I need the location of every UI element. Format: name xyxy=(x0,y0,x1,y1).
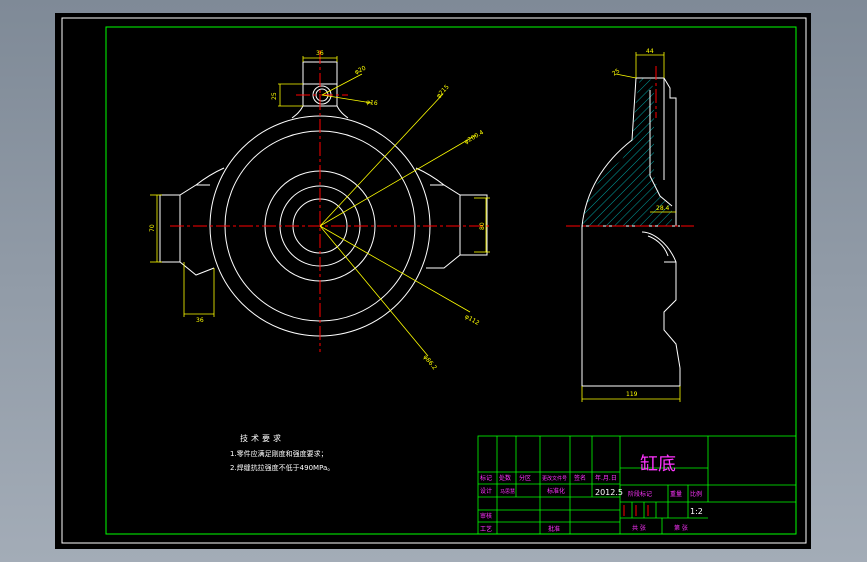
tb-designer: 马思慧 xyxy=(500,488,515,495)
drawing-title: 缸底 xyxy=(640,453,676,475)
dim-right-height: 80 xyxy=(479,222,486,230)
dim-side-top: 44 xyxy=(646,48,654,55)
tb-sheets: 共 张 xyxy=(632,524,646,532)
drawing-canvas[interactable] xyxy=(55,13,811,549)
tb-stage-label: 阶段标记 xyxy=(628,490,652,498)
notes-heading: 技术要求 xyxy=(240,433,284,443)
tb-scale: 1:2 xyxy=(690,507,703,516)
tb-zone: 分区 xyxy=(519,474,531,482)
tb-sign: 签名 xyxy=(574,474,586,482)
note-line-1: 1.零件应满足刚度和强度要求； xyxy=(230,449,328,458)
tb-scale-label: 比例 xyxy=(690,490,702,498)
dim-side-total: 119 xyxy=(626,391,638,398)
note-line-2: 2.焊缝抗拉强度不低于490MPa。 xyxy=(230,463,334,472)
tb-date-label: 年.月.日 xyxy=(595,474,617,482)
tb-craft-label: 工艺 xyxy=(480,525,492,533)
tb-approve-label: 批准 xyxy=(548,525,560,533)
tb-check-label: 审核 xyxy=(480,512,492,520)
tb-mark: 标记 xyxy=(480,474,492,482)
tb-weight-label: 重量 xyxy=(670,490,682,498)
tb-design-label: 设计 xyxy=(480,487,492,495)
dim-top-width: 36 xyxy=(316,50,324,57)
dim-left-offset: 36 xyxy=(196,317,204,324)
tb-count: 处数 xyxy=(499,474,511,482)
tb-std-label: 标准化 xyxy=(547,487,565,495)
dim-side-depth: 28.4 xyxy=(656,205,670,212)
cad-drawing-viewport[interactable]: 36 25 φ20 φ16 φ215 φ200.4 70 80 36 φ112 … xyxy=(0,0,867,562)
tb-sheet: 第 张 xyxy=(674,524,688,532)
dim-boss-height: 25 xyxy=(271,92,278,100)
tb-date: 2012.5 xyxy=(595,488,623,497)
tb-change-doc: 更改文件号 xyxy=(542,475,567,482)
dim-left-height: 70 xyxy=(149,224,156,232)
